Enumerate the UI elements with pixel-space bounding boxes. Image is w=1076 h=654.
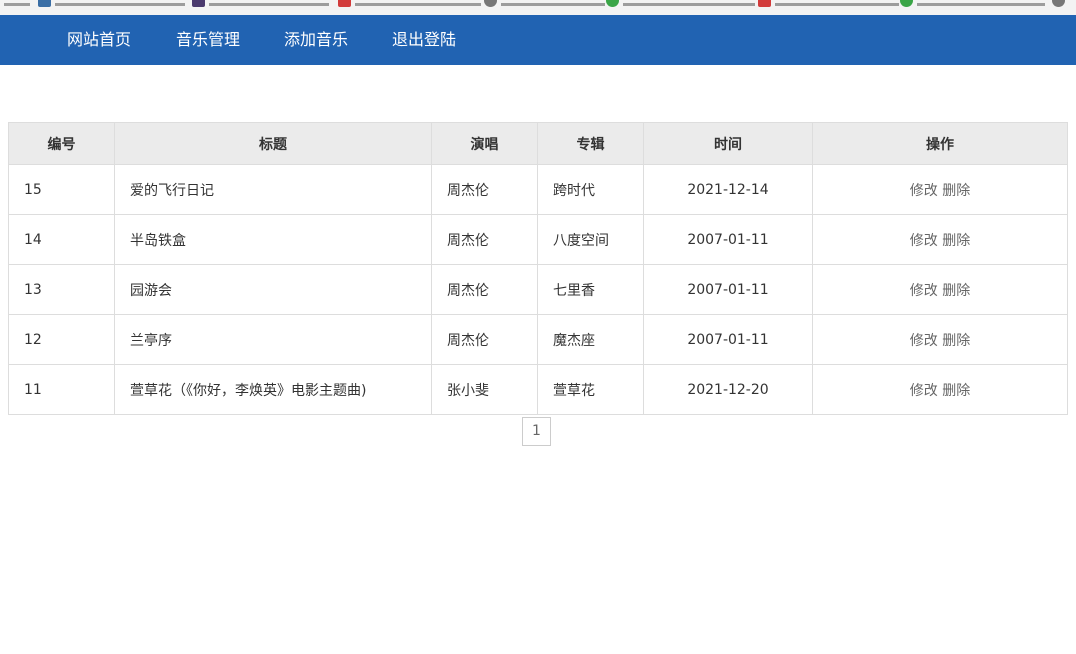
column-header-singer: 演唱 [431, 122, 538, 165]
column-header-time: 时间 [643, 122, 813, 165]
cell-singer: 周杰伦 [431, 314, 538, 365]
bookmark-item[interactable] [1052, 0, 1069, 7]
bookmark-item[interactable] [38, 0, 185, 7]
cell-album: 八度空间 [537, 214, 644, 265]
cell-singer: 周杰伦 [431, 264, 538, 315]
column-header-album: 专辑 [537, 122, 644, 165]
cell-singer: 张小斐 [431, 364, 538, 415]
column-header-title: 标题 [114, 122, 432, 165]
cell-id: 13 [8, 264, 115, 315]
cell-date: 2021-12-20 [643, 364, 813, 415]
bookmarks-bar [0, 0, 1076, 15]
bookmark-icon [900, 0, 913, 7]
cell-date: 2007-01-11 [643, 214, 813, 265]
cell-album: 萱草花 [537, 364, 644, 415]
edit-link[interactable]: 修改 [910, 283, 938, 299]
cell-actions: 修改 删除 [812, 364, 1068, 415]
nav-add-music[interactable]: 添加音乐 [284, 15, 348, 65]
nav-home[interactable]: 网站首页 [67, 15, 131, 65]
bookmark-icon [758, 0, 771, 7]
bookmark-item[interactable] [338, 0, 481, 7]
bookmark-icon [1052, 0, 1065, 7]
column-header-id: 编号 [8, 122, 115, 165]
bookmark-icon [192, 0, 205, 7]
delete-link[interactable]: 删除 [942, 333, 970, 349]
table-row: 13 园游会 周杰伦 七里香 2007-01-11 修改 删除 [8, 264, 1068, 315]
cell-id: 15 [8, 164, 115, 215]
cell-date: 2007-01-11 [643, 264, 813, 315]
bookmark-item[interactable] [900, 0, 1045, 7]
cell-singer: 周杰伦 [431, 214, 538, 265]
nav-logout[interactable]: 退出登陆 [392, 15, 456, 65]
table-row: 14 半岛铁盒 周杰伦 八度空间 2007-01-11 修改 删除 [8, 214, 1068, 265]
bookmark-icon [606, 0, 619, 7]
cell-title: 兰亭序 [114, 314, 432, 365]
delete-link[interactable]: 删除 [942, 383, 970, 399]
pagination-page-button[interactable]: 1 [522, 417, 551, 446]
cell-title: 园游会 [114, 264, 432, 315]
cell-singer: 周杰伦 [431, 164, 538, 215]
delete-link[interactable]: 删除 [942, 283, 970, 299]
music-table: 编号 标题 演唱 专辑 时间 操作 15 爱的飞行日记 周杰伦 跨时代 2021… [8, 122, 1068, 415]
bookmark-item[interactable] [192, 0, 329, 7]
cell-date: 2021-12-14 [643, 164, 813, 215]
delete-link[interactable]: 删除 [942, 183, 970, 199]
cell-actions: 修改 删除 [812, 264, 1068, 315]
cell-actions: 修改 删除 [812, 314, 1068, 365]
cell-album: 跨时代 [537, 164, 644, 215]
column-header-actions: 操作 [812, 122, 1068, 165]
table-row: 12 兰亭序 周杰伦 魔杰座 2007-01-11 修改 删除 [8, 314, 1068, 365]
cell-album: 七里香 [537, 264, 644, 315]
cell-album: 魔杰座 [537, 314, 644, 365]
bookmark-icon [338, 0, 351, 7]
cell-date: 2007-01-11 [643, 314, 813, 365]
cell-id: 12 [8, 314, 115, 365]
delete-link[interactable]: 删除 [942, 233, 970, 249]
cell-title: 半岛铁盒 [114, 214, 432, 265]
bookmark-icon [38, 0, 51, 7]
cell-actions: 修改 删除 [812, 214, 1068, 265]
table-row: 11 萱草花（《你好，李焕英》电影主题曲) 张小斐 萱草花 2021-12-20… [8, 364, 1068, 415]
bookmark-item[interactable] [758, 0, 899, 7]
bookmark-icon [484, 0, 497, 7]
bookmark-item[interactable] [4, 0, 30, 6]
bookmark-item[interactable] [484, 0, 605, 7]
edit-link[interactable]: 修改 [910, 333, 938, 349]
bookmark-item[interactable] [606, 0, 755, 7]
cell-id: 11 [8, 364, 115, 415]
cell-actions: 修改 删除 [812, 164, 1068, 215]
nav-music-management[interactable]: 音乐管理 [176, 15, 240, 65]
table-header-row: 编号 标题 演唱 专辑 时间 操作 [8, 122, 1068, 165]
table-row: 15 爱的飞行日记 周杰伦 跨时代 2021-12-14 修改 删除 [8, 164, 1068, 215]
cell-title: 萱草花（《你好，李焕英》电影主题曲) [114, 364, 432, 415]
edit-link[interactable]: 修改 [910, 183, 938, 199]
edit-link[interactable]: 修改 [910, 383, 938, 399]
cell-title: 爱的飞行日记 [114, 164, 432, 215]
cell-id: 14 [8, 214, 115, 265]
edit-link[interactable]: 修改 [910, 233, 938, 249]
top-navbar: 网站首页 音乐管理 添加音乐 退出登陆 [0, 15, 1076, 65]
